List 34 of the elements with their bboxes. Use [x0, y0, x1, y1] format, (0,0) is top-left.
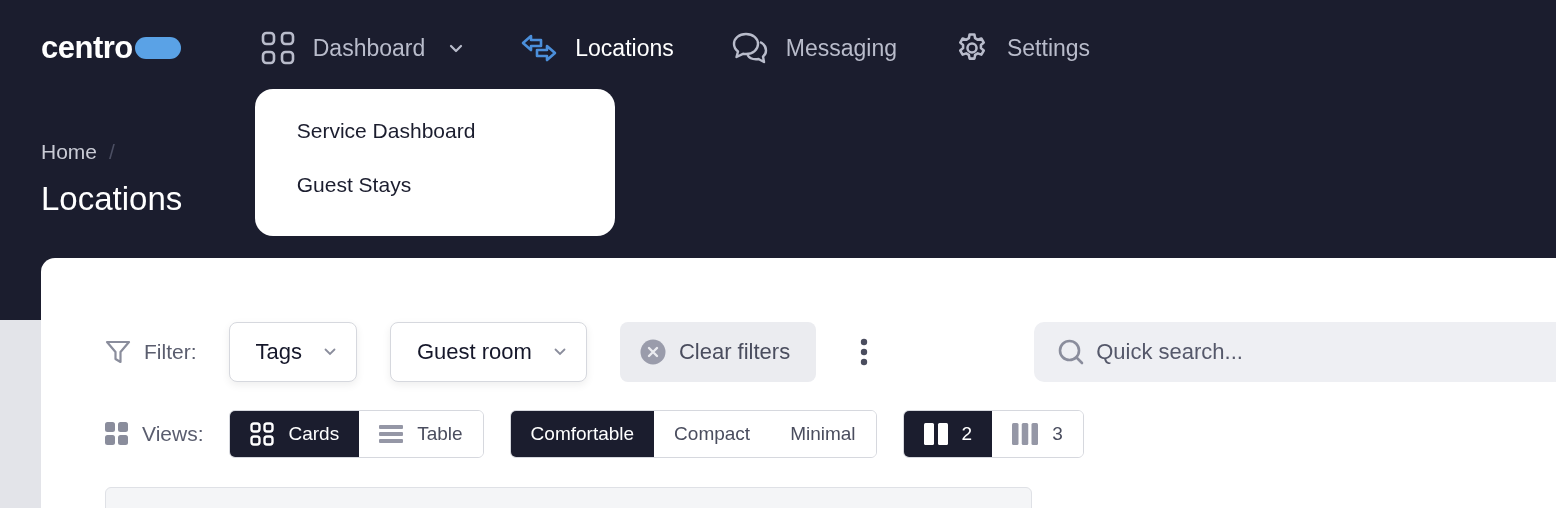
view-toggle[interactable]: Comfortable: [510, 411, 655, 457]
chat-bubbles-icon: [731, 31, 768, 65]
breadcrumb-link[interactable]: Home: [41, 140, 98, 164]
clear-filters-button[interactable]: Clear filters: [619, 322, 817, 382]
filter-dropdown[interactable]: Guest room: [390, 322, 587, 382]
more-options-icon[interactable]: [860, 338, 869, 366]
filter-icon: [105, 339, 131, 365]
two-columns-icon: [923, 423, 948, 445]
page-title: Locations: [41, 180, 183, 218]
breadcrumb-separator: /: [109, 140, 115, 164]
logo-wordmark: centro: [41, 30, 133, 66]
nav-link[interactable]: Dashboard: [260, 31, 464, 65]
menu-item[interactable]: Service Dashboard: [296, 119, 615, 143]
view-toggle[interactable]: 2: [903, 411, 993, 457]
chevron-down-icon: [324, 348, 336, 356]
filter-dropdown[interactable]: Tags: [228, 322, 357, 382]
logo-pill-icon: [134, 37, 181, 59]
views-label: Views:: [142, 422, 204, 446]
chevron-down-icon: [449, 43, 464, 53]
grid-icon: [260, 31, 295, 65]
swap-arrows-icon: [521, 33, 558, 63]
nav-link[interactable]: Messaging: [731, 31, 897, 65]
three-columns-icon: [1012, 423, 1039, 445]
filter-label: Filter:: [144, 340, 197, 364]
search-field[interactable]: Quick search...: [1034, 322, 1556, 382]
grid-icon: [250, 422, 275, 446]
nav-link[interactable]: Locations: [521, 33, 674, 63]
chevron-down-icon: [553, 348, 566, 356]
clear-icon: [639, 339, 666, 365]
menu-item[interactable]: Guest Stays: [296, 173, 615, 197]
view-toggle[interactable]: Cards: [230, 411, 360, 457]
list-icon: [379, 425, 404, 443]
tiles-icon: [105, 422, 129, 446]
nav-link[interactable]: Settings: [955, 31, 1091, 65]
